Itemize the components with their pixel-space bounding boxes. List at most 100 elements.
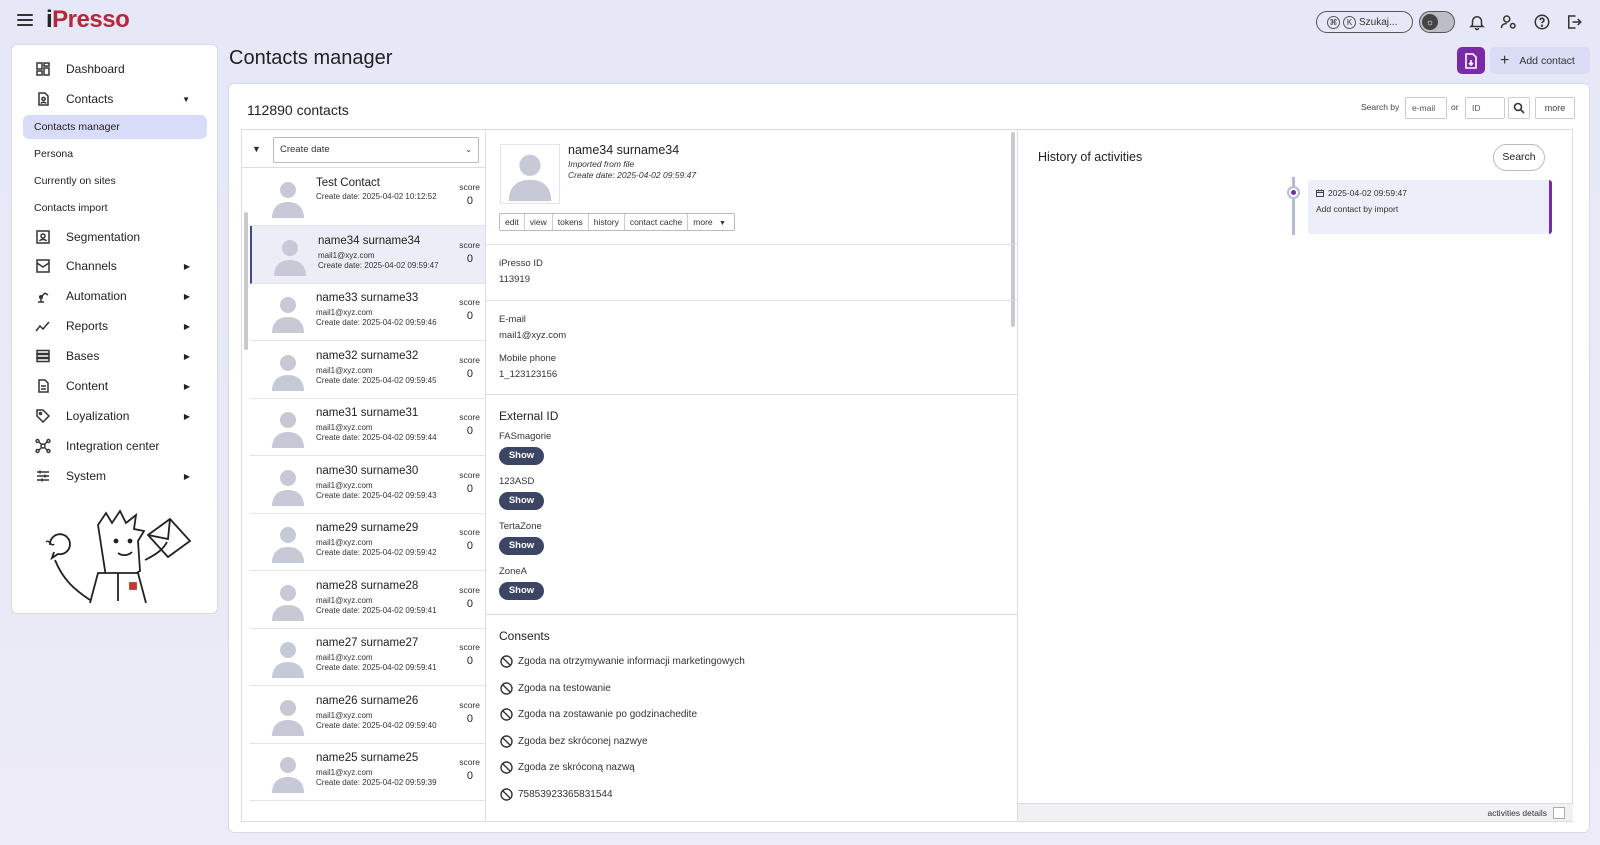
help-icon[interactable]: [1533, 13, 1551, 31]
show-button[interactable]: Show: [499, 582, 544, 600]
activities-details-label: activities details: [1487, 808, 1547, 818]
contact-row[interactable]: name31 surname31 mail1@xyz.com Create date…: [250, 398, 485, 456]
system-icon: [34, 467, 52, 485]
score-value: 0: [466, 195, 473, 207]
score-value: 0: [466, 482, 473, 495]
view-button[interactable]: view: [525, 214, 553, 230]
logout-icon[interactable]: [1565, 13, 1583, 31]
more-search-button[interactable]: more: [1535, 97, 1575, 119]
sidebar-item-contacts[interactable]: Contacts ▼: [24, 86, 208, 112]
consent-item: 75853923365831544: [500, 787, 613, 801]
contact-row[interactable]: name29 surname29 mail1@xyz.com Create date…: [250, 513, 485, 571]
contact-create-date: Create date: 2025-04-02 09:59:46: [316, 318, 437, 327]
contacts-panel: 112890 contacts Search by e-mail or ID m…: [228, 83, 1590, 833]
sidebar-item-automation[interactable]: Automation ▶: [24, 283, 208, 309]
contact-email: mail1@xyz.com: [316, 595, 373, 605]
external-id-label: ZoneA: [499, 566, 527, 577]
sidebar-item-integration-center[interactable]: Integration center: [24, 433, 208, 459]
contact-avatar: [272, 354, 304, 391]
sidebar-subitem-currently-on-sites[interactable]: Currently on sites: [23, 169, 207, 193]
caret-right-icon: ▶: [183, 291, 190, 301]
contact-row[interactable]: Test Contact Create date: 2025-04-02 10:1…: [250, 168, 485, 226]
detail-actions: edit view tokens history contact cache m…: [499, 213, 735, 231]
sidebar-item-segmentation[interactable]: Segmentation: [24, 224, 208, 250]
blocked-icon: [500, 761, 513, 774]
sidebar-item-label: Reports: [66, 319, 109, 333]
activity-date-text: 2025-04-02 09:59:47: [1328, 188, 1407, 198]
bases-icon: [34, 347, 52, 365]
more-actions-button[interactable]: more ▼: [688, 214, 734, 230]
sidebar-item-bases[interactable]: Bases ▶: [24, 343, 208, 369]
show-button[interactable]: Show: [499, 537, 544, 555]
bell-icon[interactable]: [1468, 13, 1486, 31]
consent-label: Zgoda ze skróconą nazwą: [518, 762, 635, 773]
add-contact-button[interactable]: + Add contact: [1490, 47, 1590, 74]
contact-create-date: Create date: 2025-04-02 09:59:44: [316, 433, 437, 442]
sidebar-item-label: Content: [66, 379, 109, 393]
more-actions-label: more: [693, 217, 713, 227]
edit-button[interactable]: edit: [500, 214, 525, 230]
search-button[interactable]: [1508, 97, 1530, 119]
document-icon: [1465, 52, 1477, 69]
id-search-input[interactable]: ID: [1465, 97, 1505, 119]
sidebar-subitem-persona[interactable]: Persona: [23, 142, 207, 166]
external-id-label: TertaZone: [499, 521, 542, 532]
sidebar-item-dashboard[interactable]: Dashboard: [24, 56, 208, 82]
sidebar-item-channels[interactable]: Channels ▶: [24, 253, 208, 279]
show-button[interactable]: Show: [499, 447, 544, 465]
contact-email: mail1@xyz.com: [316, 365, 373, 375]
email-search-input[interactable]: e-mail: [1405, 97, 1447, 119]
history-panel: History of activities Search 2025-04-02 …: [1018, 129, 1573, 822]
top-bar: iPresso ⌘ K Szukaj... ☼: [0, 0, 1600, 44]
consent-label: Zgoda bez skróconej nazwye: [518, 735, 648, 747]
contact-cache-button[interactable]: contact cache: [625, 214, 689, 230]
score-label: score: [459, 354, 480, 365]
score-label: score: [459, 239, 480, 250]
sidebar-subitem-contacts-manager[interactable]: Contacts manager: [23, 115, 207, 139]
sidebar-subitem-contacts-import[interactable]: Contacts import: [23, 196, 207, 220]
export-button[interactable]: [1457, 47, 1485, 74]
contact-row[interactable]: name26 surname26 mail1@xyz.com Create date…: [250, 686, 485, 744]
tokens-button[interactable]: tokens: [553, 214, 589, 230]
sidebar-item-label: Bases: [66, 349, 100, 363]
contact-row[interactable]: name27 surname27 mail1@xyz.com Create date…: [250, 628, 485, 686]
history-title: History of activities: [1038, 150, 1143, 164]
sort-select[interactable]: Create date ⌄: [273, 137, 479, 163]
contact-avatar: [272, 584, 304, 621]
contact-row[interactable]: name34 surname34 mail1@xyz.com Create date…: [250, 225, 485, 284]
contact-create-date: Create date: 2025-04-02 09:59:41: [316, 605, 437, 615]
contact-row[interactable]: name33 surname33 mail1@xyz.com Create date…: [250, 283, 485, 341]
sidebar-item-label: Integration center: [66, 439, 160, 453]
activity-card[interactable]: 2025-04-02 09:59:47 Add contact by impor…: [1308, 180, 1552, 234]
contact-row[interactable]: name32 surname32 mail1@xyz.com Create date…: [250, 341, 485, 399]
consent-item: Zgoda na zostawanie po godzinachedite: [500, 708, 697, 721]
activities-details-checkbox[interactable]: [1553, 807, 1565, 819]
command-key-icon: ⌘: [1327, 15, 1340, 29]
logo[interactable]: iPresso: [46, 6, 130, 34]
contacts-icon: [34, 90, 52, 108]
show-button[interactable]: Show: [499, 492, 544, 510]
contact-row[interactable]: name25 surname25 mail1@xyz.com Create date…: [250, 743, 485, 801]
history-footer: activities details: [1018, 803, 1573, 821]
email-label: E-mail: [499, 314, 526, 325]
user-settings-icon[interactable]: [1500, 13, 1518, 31]
contacts-list: ▼ Create date ⌄ Test Contact Create date:…: [241, 129, 485, 822]
history-button[interactable]: history: [589, 214, 625, 230]
contact-row[interactable]: name28 surname28 mail1@xyz.com Create date…: [250, 571, 485, 629]
detail-imported: Imported from file: [568, 159, 635, 169]
list-scrollbar-thumb[interactable]: [244, 212, 248, 350]
score-value: 0: [466, 540, 473, 552]
history-search-button[interactable]: Search: [1493, 144, 1545, 171]
sidebar-item-reports[interactable]: Reports ▶: [24, 313, 208, 339]
contact-row[interactable]: name30 surname30 mail1@xyz.com Create date…: [250, 456, 485, 514]
theme-toggle[interactable]: ☼: [1419, 11, 1455, 33]
sidebar-item-system[interactable]: System ▶: [24, 463, 208, 489]
sidebar-item-loyalization[interactable]: Loyalization ▶: [24, 403, 208, 429]
contact-email: mail1@xyz.com: [316, 710, 373, 720]
list-scrollbar[interactable]: [242, 168, 250, 821]
blocked-icon: [500, 734, 513, 748]
global-search-button[interactable]: ⌘ K Szukaj...: [1316, 11, 1413, 33]
menu-icon[interactable]: [17, 14, 33, 26]
sidebar-item-content[interactable]: Content ▶: [24, 373, 208, 399]
sort-direction-icon[interactable]: ▼: [252, 144, 261, 154]
